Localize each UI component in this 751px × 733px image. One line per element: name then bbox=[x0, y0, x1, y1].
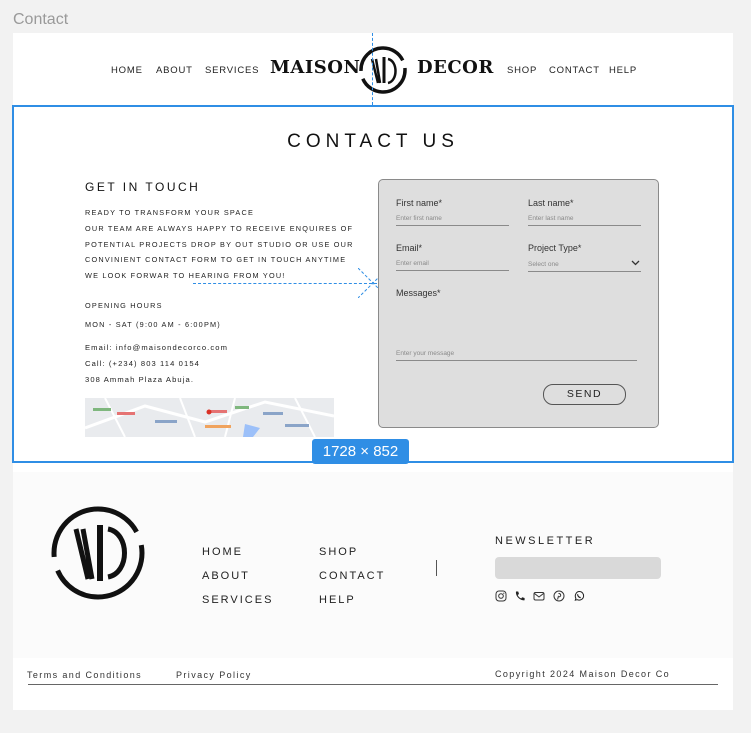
nav-about[interactable]: ABOUT bbox=[156, 65, 193, 76]
footer-link-contact[interactable]: CONTACT bbox=[319, 570, 385, 582]
last-name-label: Last name* bbox=[528, 198, 574, 208]
mail-icon[interactable] bbox=[533, 590, 545, 602]
message-underline bbox=[396, 360, 637, 361]
email-label: Email* bbox=[396, 243, 423, 253]
vertical-guide bbox=[372, 33, 373, 105]
instagram-icon[interactable] bbox=[495, 590, 507, 602]
project-type-underline bbox=[528, 271, 641, 272]
first-name-label: First name* bbox=[396, 198, 443, 208]
first-name-underline bbox=[396, 225, 509, 226]
contact-phone[interactable]: Call: (+234) 803 114 0154 bbox=[85, 359, 200, 368]
footer-link-services[interactable]: SERVICES bbox=[202, 594, 273, 606]
frame-label: Contact bbox=[13, 11, 69, 28]
intro-line: CONVINIENT CONTACT FORM TO GET IN TOUCH … bbox=[85, 255, 347, 264]
intro-line: WE LOOK FORWAR TO HEARING FROM YOU! bbox=[85, 271, 286, 280]
footer-divider bbox=[436, 560, 437, 576]
logo-wordmark-left[interactable]: MAISON bbox=[270, 57, 360, 78]
footer-bottom-rule bbox=[28, 684, 718, 685]
nav-help[interactable]: HELP bbox=[609, 65, 637, 76]
opening-hours: MON - SAT (9:00 AM - 6:00PM) bbox=[85, 320, 221, 329]
footer-link-shop[interactable]: SHOP bbox=[319, 546, 358, 558]
copyright-text: Copyright 2024 Maison Decor Co bbox=[495, 669, 671, 679]
contact-email[interactable]: Email: info@maisondecorco.com bbox=[85, 343, 228, 352]
location-map[interactable] bbox=[85, 398, 334, 437]
opening-hours-label: OPENING HOURS bbox=[85, 301, 163, 310]
footer-link-home[interactable]: HOME bbox=[202, 546, 243, 558]
last-name-field[interactable]: Enter last name bbox=[528, 215, 574, 222]
newsletter-input[interactable] bbox=[495, 557, 661, 579]
footer-logo-icon[interactable] bbox=[48, 503, 148, 603]
send-button[interactable]: SEND bbox=[543, 384, 626, 405]
logo-monogram-icon[interactable] bbox=[358, 45, 408, 95]
last-name-underline bbox=[528, 225, 641, 226]
contact-address: 308 Ammah Plaza Abuja. bbox=[85, 375, 195, 384]
messages-label: Messages* bbox=[396, 288, 441, 298]
nav-shop[interactable]: SHOP bbox=[507, 65, 537, 76]
intro-line: OUR TEAM ARE ALWAYS HAPPY TO RECEIVE ENQ… bbox=[85, 224, 354, 233]
get-in-touch-heading: GET IN TOUCH bbox=[85, 180, 201, 194]
email-field[interactable]: Enter email bbox=[396, 260, 429, 267]
message-field[interactable]: Enter your message bbox=[396, 350, 454, 357]
page-title: CONTACT US bbox=[287, 131, 459, 152]
footer-link-help[interactable]: HELP bbox=[319, 594, 356, 606]
nav-home[interactable]: HOME bbox=[111, 65, 143, 76]
pinterest-icon[interactable] bbox=[553, 590, 565, 602]
chevron-down-icon[interactable] bbox=[631, 260, 640, 266]
project-type-label: Project Type* bbox=[528, 243, 582, 253]
phone-icon[interactable] bbox=[514, 590, 526, 602]
newsletter-heading: NEWSLETTER bbox=[495, 535, 596, 547]
email-underline bbox=[396, 270, 509, 271]
first-name-field[interactable]: Enter first name bbox=[396, 215, 442, 222]
privacy-link[interactable]: Privacy Policy bbox=[176, 670, 252, 680]
nav-contact[interactable]: CONTACT bbox=[549, 65, 600, 76]
project-type-select[interactable]: Select one bbox=[528, 261, 559, 268]
footer-link-about[interactable]: ABOUT bbox=[202, 570, 250, 582]
terms-link[interactable]: Terms and Conditions bbox=[27, 670, 142, 680]
logo-wordmark-right[interactable]: DECOR bbox=[417, 57, 494, 78]
whatsapp-icon[interactable] bbox=[573, 590, 585, 602]
frame-size-badge: 1728 × 852 bbox=[312, 439, 409, 464]
intro-line: POTENTIAL PROJECTS DROP BY OUT STUDIO OR… bbox=[85, 240, 354, 249]
intro-line: READY TO TRANSFORM YOUR SPACE bbox=[85, 208, 255, 217]
nav-services[interactable]: SERVICES bbox=[205, 65, 259, 76]
